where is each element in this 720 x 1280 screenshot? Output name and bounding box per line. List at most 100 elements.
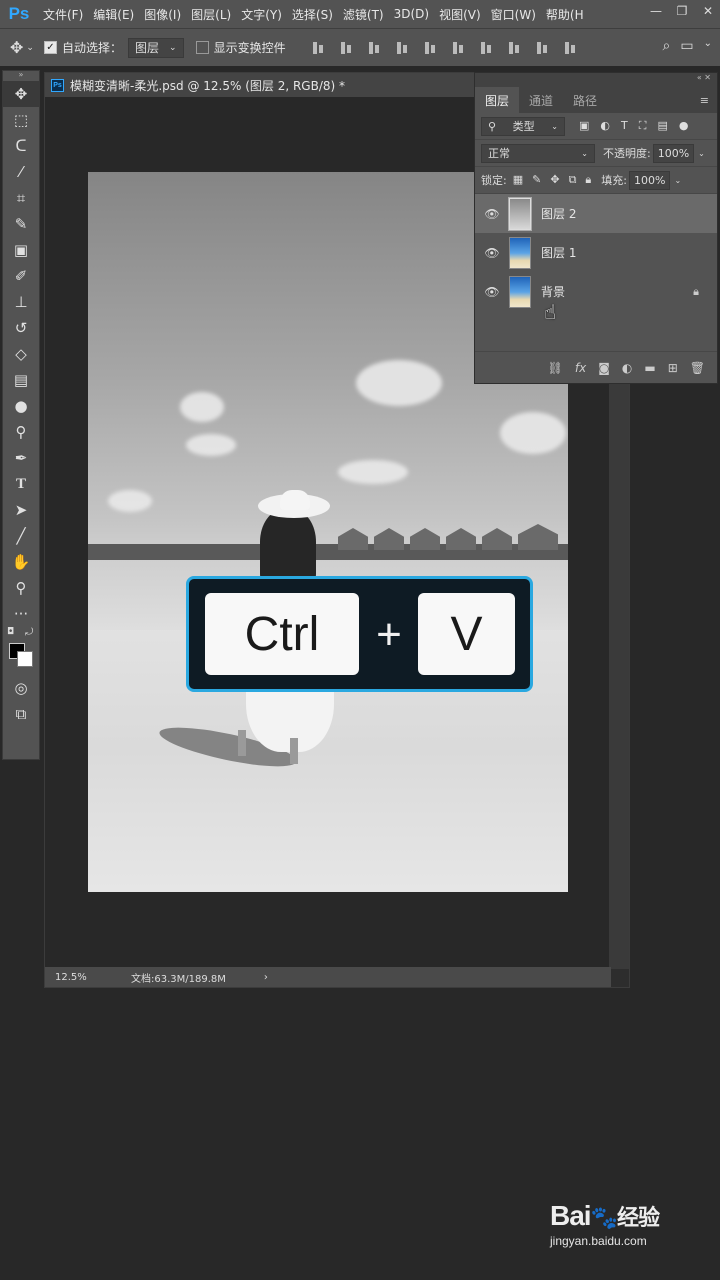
more-tools-icon[interactable]: ··· (3, 601, 39, 627)
fill-input[interactable]: 100% (629, 170, 671, 190)
blend-mode-dropdown[interactable]: 正常 ⌄ (481, 143, 595, 163)
background-color[interactable] (17, 651, 33, 667)
dodge-tool-icon[interactable]: ⚲ (3, 419, 39, 445)
magic-wand-icon[interactable]: ⁄ (3, 159, 39, 185)
type-tool-icon[interactable]: T (3, 471, 39, 497)
document-tab[interactable]: Ps 模糊变清晰-柔光.psd @ 12.5% (图层 2, RGB/8) * (45, 73, 475, 97)
new-group-icon[interactable]: ▬ (644, 361, 655, 375)
chevron-down-icon[interactable]: ⌄ (698, 149, 705, 158)
pen-tool-icon[interactable]: ✒ (3, 445, 39, 471)
restore-icon[interactable]: ❐ (674, 3, 690, 19)
menu-window[interactable]: 窗口(W) (486, 6, 541, 23)
chevron-down-icon: ⌄ (581, 148, 588, 158)
new-layer-icon[interactable]: ⊞ (668, 361, 678, 375)
quick-mask-icon[interactable]: ◎ (3, 675, 39, 701)
fx-icon[interactable]: fx (575, 361, 586, 375)
lasso-tool-icon[interactable]: ᑕ (3, 133, 39, 159)
align-hcenter-icon[interactable] (424, 40, 438, 56)
menu-type[interactable]: 文字(Y) (236, 6, 287, 23)
clone-stamp-icon[interactable]: ⊥ (3, 289, 39, 315)
filter-type-icon[interactable]: T (621, 119, 628, 133)
lock-all-icon[interactable]: 🔒︎ (585, 173, 591, 187)
path-selection-icon[interactable]: ➤ (3, 497, 39, 523)
eye-icon[interactable]: 👁︎ (483, 246, 501, 260)
menu-image[interactable]: 图像(I) (139, 6, 186, 23)
add-mask-icon[interactable]: ◙ (598, 361, 610, 375)
status-menu-arrow[interactable]: › (264, 972, 268, 983)
gradient-tool-icon[interactable]: ▤ (3, 367, 39, 393)
healing-brush-icon[interactable]: ▣ (3, 237, 39, 263)
menu-select[interactable]: 选择(S) (287, 6, 338, 23)
tab-layers[interactable]: 图层 (475, 87, 520, 113)
panel-menu-icon[interactable]: ≡ (700, 94, 709, 107)
menu-edit[interactable]: 编辑(E) (88, 6, 139, 23)
default-colors-icon[interactable]: ◘ (7, 627, 14, 637)
layer-filter-dropdown[interactable]: ⚲ 类型 ⌄ (481, 116, 565, 136)
menu-file[interactable]: 文件(F) (38, 6, 88, 23)
distribute-left-icon[interactable] (564, 40, 578, 56)
lock-row: 锁定: ▦ ✎ ✥ ⧉ 🔒︎ 填充: 100% ⌄ (475, 167, 717, 194)
move-tool-icon[interactable]: ✥ (3, 81, 39, 107)
align-top-icon[interactable] (312, 40, 326, 56)
distribute-bottom-icon[interactable] (536, 40, 550, 56)
distribute-top-icon[interactable] (480, 40, 494, 56)
workspace-icon[interactable]: ▭ (680, 38, 693, 54)
filter-smartobject-icon[interactable]: ▤ (657, 119, 667, 133)
panel-collapse-icon[interactable]: « ✕ (475, 73, 717, 85)
menu-view[interactable]: 视图(V) (434, 6, 486, 23)
move-tool-icon[interactable]: ✥ ⌄ (0, 38, 44, 57)
brush-tool-icon[interactable]: ✐ (3, 263, 39, 289)
lock-position-icon[interactable]: ✥ (550, 173, 559, 187)
auto-select-dropdown[interactable]: 图层 ⌄ (128, 37, 184, 58)
filter-pixel-icon[interactable]: ▣ (579, 119, 589, 133)
layer-row-background[interactable]: 👁︎ 背景 🔒︎ (475, 272, 717, 311)
history-brush-icon[interactable]: ↺ (3, 315, 39, 341)
lock-artboard-icon[interactable]: ⧉ (569, 173, 577, 187)
align-bottom-icon[interactable] (368, 40, 382, 56)
menu-help[interactable]: 帮助(H (541, 6, 589, 23)
link-layers-icon[interactable]: ⛓ (548, 361, 563, 375)
eyedropper-icon[interactable]: ✎ (3, 211, 39, 237)
align-right-icon[interactable] (452, 40, 466, 56)
close-icon[interactable]: ✕ (700, 3, 716, 19)
hand-tool-icon[interactable]: ✋ (3, 549, 39, 575)
eye-icon[interactable]: 👁︎ (483, 207, 501, 221)
chevron-down-icon[interactable]: ⌄ (704, 38, 712, 54)
marquee-tool-icon[interactable]: ⬚ (3, 107, 39, 133)
auto-select-checkbox[interactable]: ✓ (44, 41, 57, 54)
eraser-icon[interactable]: ◇ (3, 341, 39, 367)
lock-pixels-icon[interactable]: ✎ (532, 173, 541, 187)
screen-mode-icon[interactable]: ⧉ (3, 701, 39, 727)
filter-adjustment-icon[interactable]: ◐ (600, 119, 610, 133)
trash-icon[interactable]: 🗑︎ (690, 361, 705, 375)
align-left-icon[interactable] (396, 40, 410, 56)
zoom-tool-icon[interactable]: ⚲ (3, 575, 39, 601)
distribute-vcenter-icon[interactable] (508, 40, 522, 56)
menu-3d[interactable]: 3D(D) (389, 7, 434, 21)
search-icon[interactable]: ⌕ (663, 38, 671, 54)
crop-tool-icon[interactable]: ⌗ (3, 185, 39, 211)
minimize-icon[interactable]: — (648, 3, 664, 19)
show-transform-checkbox[interactable] (195, 41, 209, 54)
zoom-level[interactable]: 12.5% (45, 972, 131, 983)
line-tool-icon[interactable]: ╱ (3, 523, 39, 549)
opacity-input[interactable]: 100% (652, 143, 695, 163)
filter-shape-icon[interactable]: ⛶ (639, 119, 647, 133)
filter-toggle-icon[interactable]: ● (679, 119, 689, 133)
menu-filter[interactable]: 滤镜(T) (338, 6, 389, 23)
eye-icon[interactable]: 👁︎ (483, 285, 501, 299)
menu-layer[interactable]: 图层(L) (186, 6, 236, 23)
tab-paths[interactable]: 路径 (563, 87, 607, 113)
toolbox-collapse-icon[interactable]: » (3, 71, 39, 81)
align-vcenter-icon[interactable] (340, 40, 354, 56)
layer-row-layer1[interactable]: 👁︎ 图层 1 (475, 233, 717, 272)
chevron-down-icon[interactable]: ⌄ (674, 176, 681, 185)
lock-transparency-icon[interactable]: ▦ (513, 173, 523, 187)
layer-row-layer2[interactable]: 👁︎ 图层 2 (475, 194, 717, 233)
figure-leg (238, 730, 246, 756)
ctrl-key: Ctrl (205, 593, 359, 675)
swap-colors-icon[interactable]: ⤾ (25, 627, 33, 638)
blur-tool-icon[interactable]: ● (3, 393, 39, 419)
adjustment-layer-icon[interactable]: ◐ (622, 361, 632, 375)
tab-channels[interactable]: 通道 (519, 87, 563, 113)
